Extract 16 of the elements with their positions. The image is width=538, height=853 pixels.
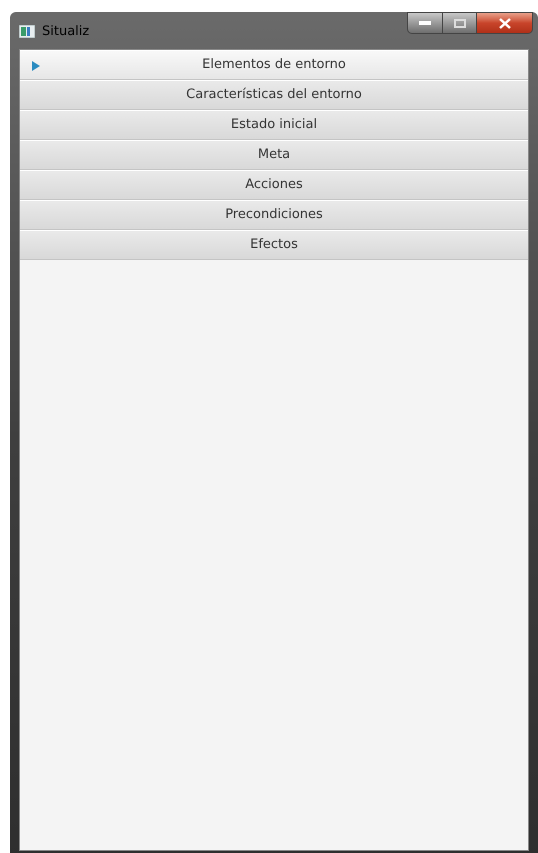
minimize-icon: [419, 21, 431, 25]
app-icon: [19, 25, 35, 38]
accordion-pane[interactable]: Meta: [20, 140, 528, 170]
maximize-button[interactable]: [443, 12, 477, 34]
close-icon: [498, 18, 510, 28]
accordion-pane[interactable]: Elementos de entorno: [20, 50, 528, 80]
accordion-pane[interactable]: Características del entorno: [20, 80, 528, 110]
minimize-button[interactable]: [407, 12, 443, 34]
accordion-pane[interactable]: Acciones: [20, 170, 528, 200]
accordion-pane[interactable]: Efectos: [20, 230, 528, 260]
arrow-icon: [32, 61, 40, 71]
close-button[interactable]: [477, 12, 533, 34]
accordion-pane[interactable]: Precondiciones: [20, 200, 528, 230]
window-title: Situaliz: [42, 23, 90, 41]
accordion-pane[interactable]: Estado inicial: [20, 110, 528, 140]
maximize-icon: [454, 18, 466, 28]
